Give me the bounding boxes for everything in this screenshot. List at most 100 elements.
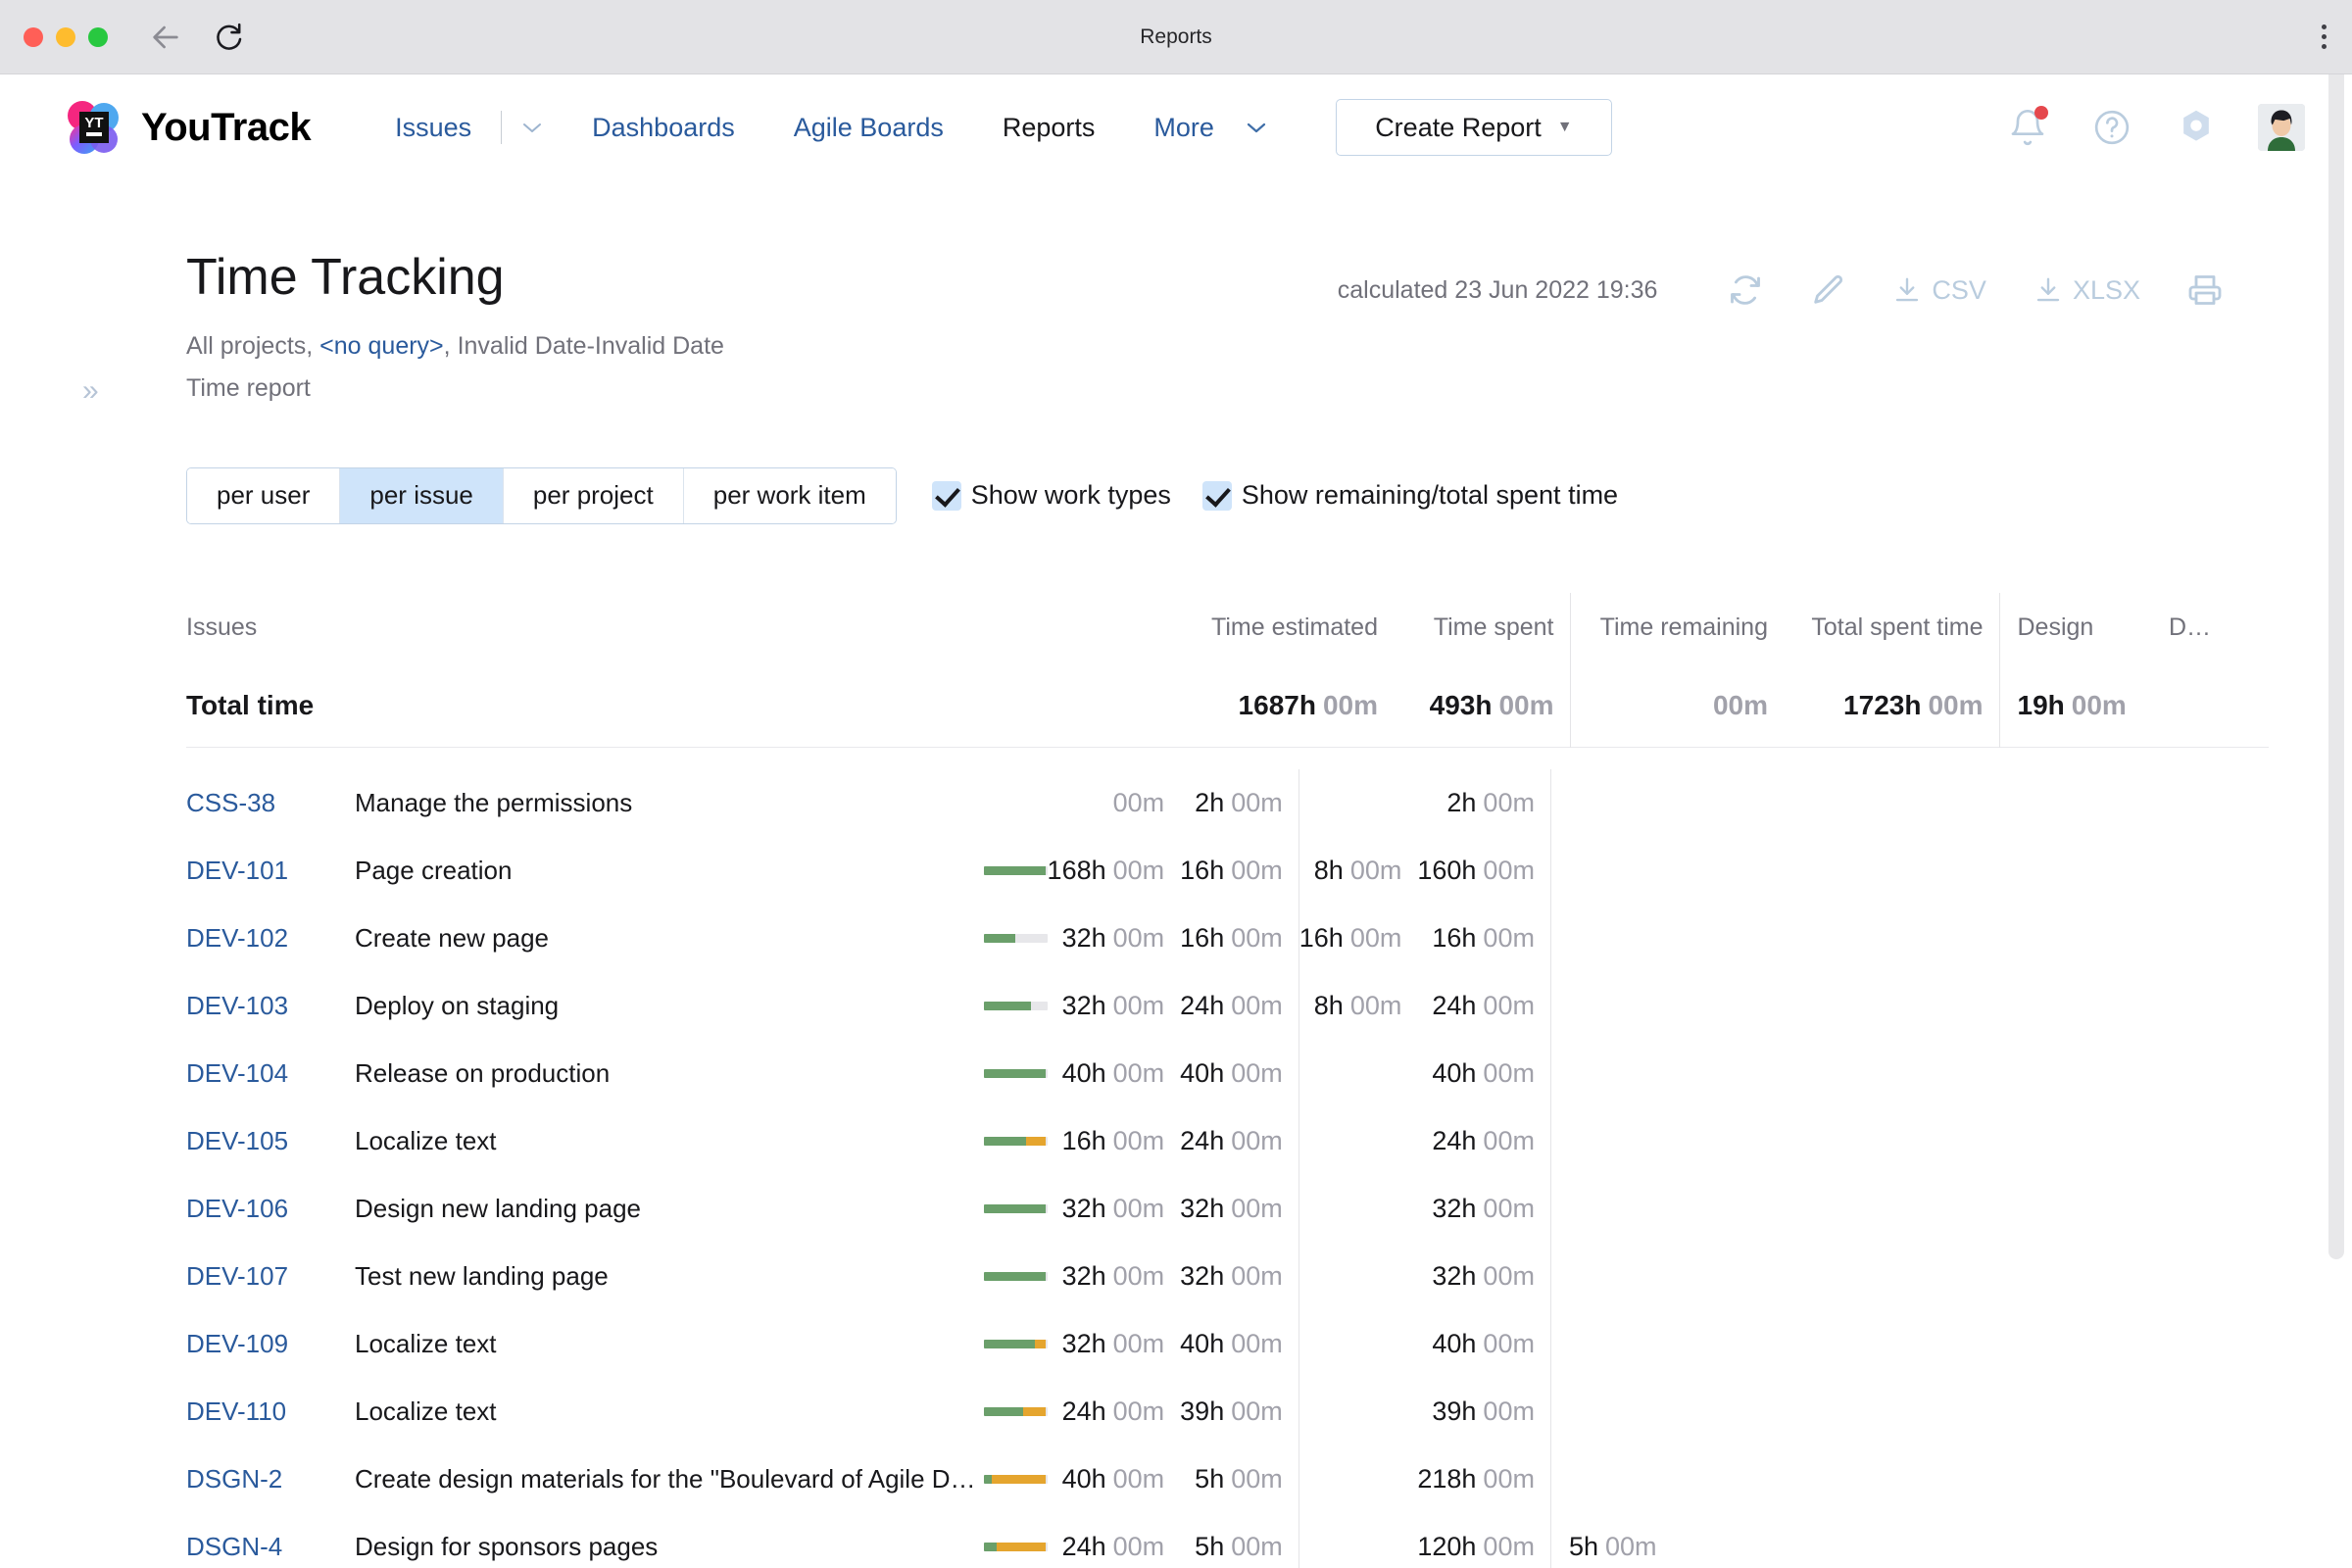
issue-id-link[interactable]: DEV-103 (186, 991, 288, 1020)
issue-id-link[interactable]: DEV-101 (186, 856, 288, 885)
youtrack-logo-icon: YT (61, 96, 123, 159)
more-chevron-down-icon[interactable] (1226, 121, 1287, 134)
cell-time-remaining (1298, 1310, 1418, 1379)
table-row[interactable]: CSS-38 Manage the permissions 00m 2h 00m 2h 00… (186, 769, 1706, 838)
refresh-button[interactable] (1704, 267, 1787, 314)
issue-cell: DEV-106 Design new landing page (186, 1175, 976, 1243)
app-viewport: YT YouTrack Issues Dashboards Agile Boar… (0, 74, 2352, 1568)
cell-time-remaining (1298, 1175, 1418, 1244)
progress-bar-cell (976, 1378, 1048, 1446)
issue-id-link[interactable]: DEV-107 (186, 1261, 288, 1291)
issue-cell: CSS-38 Manage the permissions (186, 769, 976, 837)
column-header-time-spent[interactable]: Time spent (1394, 593, 1570, 665)
cell-time-estimated: 32h 00m (1048, 1243, 1181, 1310)
brand-logo-group[interactable]: YT YouTrack (61, 96, 312, 159)
edit-report-button[interactable] (1787, 267, 1869, 314)
kebab-menu-icon[interactable] (2322, 24, 2327, 49)
nav-item-more[interactable]: More (1124, 113, 1226, 143)
brand-name: YouTrack (141, 105, 312, 149)
checkbox-show-work-types[interactable]: Show work types (931, 480, 1171, 511)
help-icon[interactable] (2089, 105, 2134, 150)
cell-development-time (1673, 1513, 1706, 1568)
cell-time-remaining (1298, 1040, 1418, 1108)
hours-value: 32h (1180, 1194, 1225, 1224)
table-row[interactable]: DEV-110 Localize text 24h 00m 39h 00m 39h 00m (186, 1378, 1706, 1446)
issue-id-link[interactable]: DEV-106 (186, 1194, 288, 1223)
issue-id-link[interactable]: DEV-102 (186, 923, 288, 953)
hours-value: 32h (1061, 1194, 1106, 1224)
create-report-button[interactable]: Create Report ▼ (1335, 99, 1612, 156)
issue-cell: DSGN-4 Design for sponsors pages (186, 1513, 976, 1568)
issue-id-link[interactable]: DEV-109 (186, 1329, 288, 1358)
hours-value: 16h (1298, 923, 1344, 954)
issue-cell: DSGN-2 Create design materials for the "B… (186, 1446, 976, 1513)
download-csv-label: CSV (1932, 274, 1986, 305)
tab-per-work-item[interactable]: per work item (683, 467, 896, 523)
hours-value: 218h (1417, 1464, 1477, 1494)
issue-id-link[interactable]: DEV-105 (186, 1126, 288, 1155)
time-tracking-rows-table: CSS-38 Manage the permissions 00m 2h 00m 2h 00… (186, 769, 1706, 1568)
tab-per-project[interactable]: per project (503, 467, 684, 523)
download-csv-button[interactable]: CSV (1869, 267, 2010, 314)
hours-value: 2h (1195, 788, 1225, 818)
column-header-issues[interactable]: Issues (186, 593, 1049, 665)
issue-id-link[interactable]: DEV-104 (186, 1058, 288, 1088)
cell-total-spent-time: 32h 00m (1417, 1243, 1550, 1310)
hours-value: 32h (1061, 1261, 1106, 1292)
table-row[interactable]: DEV-101 Page creation 168h 00m 16h 00m 8h 00m 16… (186, 837, 1706, 906)
settings-icon[interactable] (2174, 105, 2219, 150)
nav-item-issues[interactable]: Issues (366, 113, 501, 143)
column-header-time-estimated[interactable]: Time estimated (1176, 593, 1394, 665)
tab-per-issue[interactable]: per issue (340, 467, 504, 523)
issue-id-link[interactable]: DEV-110 (186, 1396, 286, 1426)
cell-development-time (1673, 1378, 1706, 1446)
issue-id-link[interactable]: DSGN-2 (186, 1464, 282, 1494)
window-close-button[interactable] (24, 26, 43, 47)
table-row[interactable]: DEV-106 Design new landing page 32h 00m 32h 0… (186, 1175, 1706, 1244)
back-arrow-icon[interactable] (149, 21, 182, 54)
table-row[interactable]: DEV-105 Localize text 16h 00m 24h 00m 24h 00m (186, 1107, 1706, 1176)
time-tracking-table: Issues Time estimated Time spent Time re… (186, 592, 2269, 749)
minutes-value: 00m (1231, 1329, 1283, 1359)
download-xlsx-button[interactable]: XLSX (2010, 267, 2164, 314)
issue-id-link[interactable]: DSGN-4 (186, 1532, 282, 1561)
column-header-time-remaining[interactable]: Time remaining (1569, 592, 1784, 665)
svg-text:YT: YT (84, 115, 103, 131)
bell-icon[interactable] (2005, 105, 2050, 150)
table-row[interactable]: DEV-103 Deploy on staging 32h 00m 24h 00m 8h 00… (186, 972, 1706, 1041)
time-progress-bar (983, 1407, 1048, 1417)
table-row[interactable]: DEV-107 Test new landing page 32h 00m 32h 00m… (186, 1243, 1706, 1311)
column-header-development[interactable]: D… (2151, 593, 2269, 665)
minutes-value: 00m (1231, 1058, 1283, 1089)
print-button[interactable] (2164, 267, 2246, 314)
table-row[interactable]: DEV-104 Release on production 40h 00m 40h 00m… (186, 1040, 1706, 1108)
report-query-link[interactable]: <no query> (319, 332, 444, 360)
column-header-total-spent-time[interactable]: Total spent time (1784, 593, 1999, 665)
table-row[interactable]: DSGN-4 Design for sponsors pages 24h 00m 5h 0… (186, 1513, 1706, 1568)
issues-chevron-down-icon[interactable] (502, 121, 563, 134)
time-progress-bar (983, 1137, 1048, 1147)
table-row[interactable]: DSGN-2 Create design materials for the "B… (186, 1446, 1706, 1514)
tab-per-user[interactable]: per user (187, 467, 341, 523)
time-progress-bar (983, 1475, 1048, 1485)
window-maximize-button[interactable] (88, 26, 108, 47)
minutes-value: 00m (1231, 1261, 1283, 1292)
table-row[interactable]: DEV-109 Localize text 32h 00m 40h 00m 40h 00m (186, 1310, 1706, 1379)
table-row[interactable]: DEV-102 Create new page 32h 00m 16h 00m 16h 00m… (186, 905, 1706, 973)
vertical-scrollbar[interactable] (2328, 74, 2344, 1259)
minutes-value: 00m (1112, 991, 1165, 1021)
avatar[interactable] (2258, 104, 2305, 151)
window-minimize-button[interactable] (56, 26, 75, 47)
checkbox-show-remaining-total[interactable]: Show remaining/total spent time (1201, 480, 1618, 511)
issue-summary: Manage the permissions (355, 788, 633, 818)
nav-item-reports[interactable]: Reports (973, 113, 1125, 143)
report-controls: per user per issue per project per work … (0, 403, 2352, 524)
column-header-design[interactable]: Design (1998, 592, 2151, 665)
nav-item-agile-boards[interactable]: Agile Boards (764, 113, 973, 143)
reload-icon[interactable] (212, 21, 245, 54)
minutes-value: 00m (1483, 856, 1535, 886)
nav-item-dashboards[interactable]: Dashboards (563, 113, 764, 143)
issue-id-link[interactable]: CSS-38 (186, 788, 275, 817)
cell-time-spent: 2h 00m (1180, 769, 1298, 837)
cell-total-spent-time: 24h 00m (1417, 1107, 1550, 1175)
